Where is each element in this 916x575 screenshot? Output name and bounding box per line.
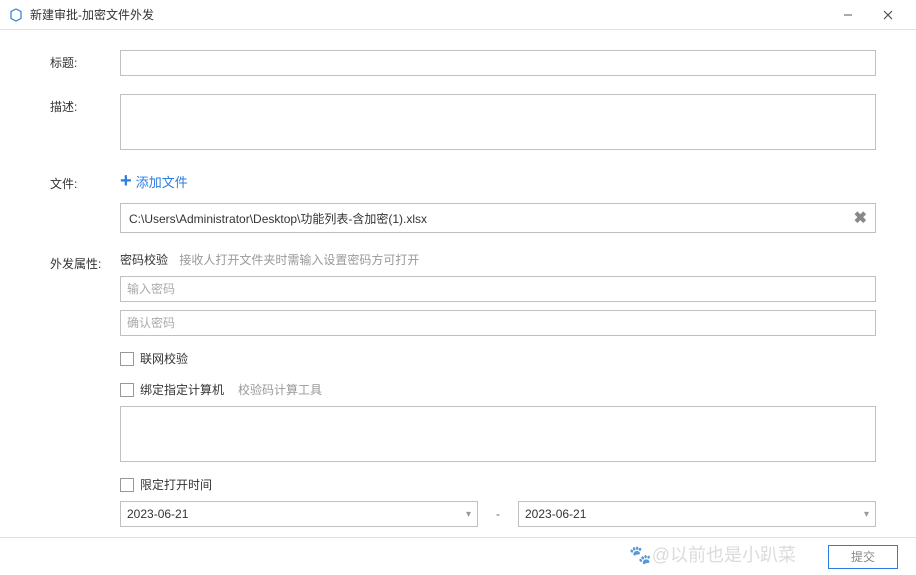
date-to-value: 2023-06-21 [525, 507, 864, 521]
limit-time-checkbox[interactable] [120, 478, 134, 492]
chevron-down-icon: ▾ [864, 509, 869, 520]
title-input[interactable] [120, 50, 876, 76]
window-title: 新建审批-加密文件外发 [30, 6, 828, 23]
attrs-label: 外发属性: [50, 251, 120, 272]
file-path: C:\Users\Administrator\Desktop\功能列表-含加密(… [129, 210, 854, 227]
date-from-value: 2023-06-21 [127, 507, 466, 521]
submit-button[interactable]: 提交 [828, 545, 898, 569]
limit-time-label: 限定打开时间 [140, 476, 212, 493]
desc-textarea[interactable] [120, 94, 876, 150]
bind-computer-checkbox[interactable] [120, 383, 134, 397]
file-entry: C:\Users\Administrator\Desktop\功能列表-含加密(… [120, 203, 876, 233]
title-label: 标题: [50, 50, 120, 71]
footer: 提交 [0, 537, 916, 575]
add-file-button[interactable]: + 添加文件 [120, 171, 188, 191]
pwd-check-label: 密码校验 [120, 253, 168, 267]
add-file-label: 添加文件 [136, 172, 188, 191]
date-separator: - [478, 507, 518, 521]
desc-label: 描述: [50, 94, 120, 115]
network-check-checkbox[interactable] [120, 352, 134, 366]
plus-icon: + [120, 171, 132, 191]
computer-list-box[interactable] [120, 406, 876, 462]
content-scroll[interactable]: 标题: 描述: 文件: + 添加文件 C:\Users\Administrato… [0, 30, 916, 537]
password-input[interactable] [120, 276, 876, 302]
confirm-password-input[interactable] [120, 310, 876, 336]
file-label: 文件: [50, 171, 120, 192]
network-check-label: 联网校验 [140, 350, 188, 367]
date-to-field[interactable]: 2023-06-21 ▾ [518, 501, 876, 527]
titlebar: 新建审批-加密文件外发 [0, 0, 916, 30]
pwd-hint: 接收人打开文件夹时需输入设置密码方可打开 [179, 253, 419, 267]
chevron-down-icon: ▾ [466, 509, 471, 520]
verify-tool-link[interactable]: 校验码计算工具 [238, 381, 322, 398]
bind-computer-label: 绑定指定计算机 [140, 381, 224, 398]
close-button[interactable] [868, 0, 908, 30]
minimize-button[interactable] [828, 0, 868, 30]
date-from-field[interactable]: 2023-06-21 ▾ [120, 501, 478, 527]
app-icon [8, 7, 24, 23]
remove-file-icon[interactable]: ✖ [854, 208, 867, 228]
